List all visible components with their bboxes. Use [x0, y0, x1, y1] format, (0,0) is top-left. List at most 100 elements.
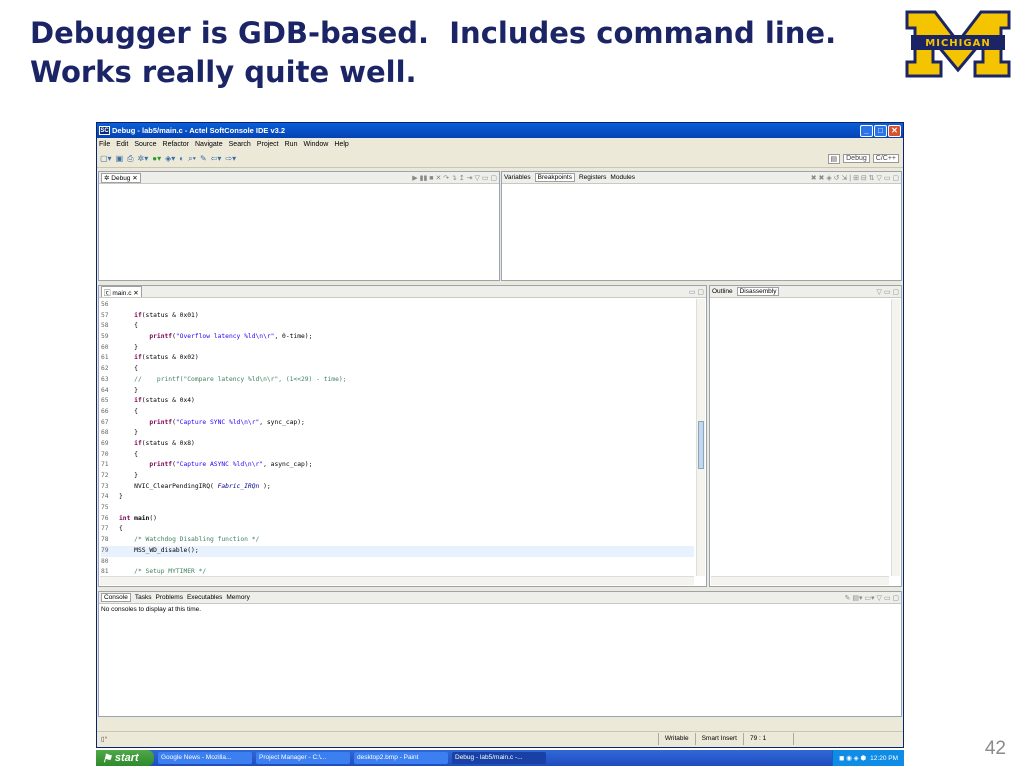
- code-line[interactable]: 70 {: [101, 450, 694, 461]
- breakpoints-toolbar-icons[interactable]: ✖ ✖ ◈ ↺ ⇲ | ⊞ ⊟ ⇅ ▽ ▭ ▢: [811, 174, 901, 182]
- print-icon[interactable]: ⎙: [127, 154, 133, 164]
- code-text: }: [119, 493, 123, 501]
- code-line[interactable]: 58 {: [101, 321, 694, 332]
- editor-window-controls[interactable]: ▭ ▢: [689, 288, 706, 296]
- tab-breakpoints[interactable]: Breakpoints: [534, 173, 575, 182]
- tab-console[interactable]: Console: [101, 593, 131, 602]
- code-line[interactable]: 64 }: [101, 386, 694, 397]
- code-line[interactable]: 74}: [101, 492, 694, 503]
- code-line[interactable]: 77 {: [101, 524, 694, 535]
- perspective-cpp[interactable]: C/C++: [872, 154, 899, 163]
- code-line[interactable]: 73 NVIC_ClearPendingIRQ( Fabric_IRQn );: [101, 482, 694, 493]
- menu-run[interactable]: Run: [285, 141, 298, 148]
- line-number: 56: [101, 301, 109, 308]
- tab-problems[interactable]: Problems: [155, 594, 182, 601]
- code-line[interactable]: 61 if(status & 0x02): [101, 353, 694, 364]
- annotation-icon[interactable]: ✎: [200, 154, 207, 163]
- editor-vertical-scrollbar[interactable]: [696, 299, 705, 576]
- open-perspective-icon[interactable]: ▤: [827, 153, 841, 164]
- open-type-icon[interactable]: ◐: [179, 154, 184, 163]
- perspective-debug[interactable]: Debug: [843, 154, 870, 163]
- forward-icon[interactable]: ⇨▾: [225, 154, 236, 163]
- editor-horizontal-scrollbar[interactable]: [100, 576, 694, 585]
- taskbar-item-mozilla[interactable]: Google News - Mozilla...: [158, 752, 252, 764]
- back-icon[interactable]: ⇦▾: [211, 154, 222, 163]
- code-line[interactable]: 62 {: [101, 364, 694, 375]
- code-line[interactable]: 57 if(status & 0x01): [101, 311, 694, 322]
- console-toolbar-icons[interactable]: ✎ ▤▾ ▭▾ ▽ ▭ ▢: [845, 594, 901, 602]
- line-number: 79: [101, 546, 109, 554]
- code-line[interactable]: 69 if(status & 0x8): [101, 439, 694, 450]
- taskbar-item-debug[interactable]: Debug - lab5/main.c -...: [452, 752, 546, 764]
- editor-scroll-thumb[interactable]: [698, 421, 704, 469]
- code-line[interactable]: 65 if(status & 0x4): [101, 396, 694, 407]
- menu-project[interactable]: Project: [257, 141, 279, 148]
- code-line[interactable]: 78 /* Watchdog Disabling function */: [101, 535, 694, 546]
- code-text: }: [119, 343, 138, 351]
- code-line[interactable]: 79 MSS_WD_disable();: [101, 545, 694, 557]
- app-icon: SC: [99, 126, 110, 135]
- tab-tasks[interactable]: Tasks: [135, 594, 152, 601]
- michigan-logo: MICHIGAN: [905, 10, 1011, 78]
- outline-window-controls[interactable]: ▽ ▭ ▢: [876, 288, 901, 296]
- code-line[interactable]: 67 printf("Capture SYNC %ld\n\r", sync_c…: [101, 418, 694, 429]
- tab-outline[interactable]: Outline: [712, 288, 733, 295]
- new-icon[interactable]: ▢▾: [100, 154, 112, 163]
- code-line[interactable]: 59 printf("Overflow latency %ld\n\r", 0-…: [101, 332, 694, 343]
- menu-help[interactable]: Help: [334, 141, 348, 148]
- debug-icon[interactable]: ✲▾: [138, 154, 149, 163]
- slide-title-line-2: Works really quite well.: [30, 55, 417, 89]
- close-button[interactable]: ✕: [888, 124, 901, 137]
- maximize-button[interactable]: □: [874, 124, 887, 137]
- tab-memory[interactable]: Memory: [226, 594, 249, 601]
- menu-file[interactable]: File: [99, 141, 110, 148]
- tab-debug[interactable]: ✲ Debug ✕: [101, 172, 141, 183]
- menu-bar: File Edit Source Refactor Navigate Searc…: [97, 138, 903, 150]
- code-line[interactable]: 68 }: [101, 428, 694, 439]
- tab-main-c-label: main.c: [112, 289, 132, 297]
- tab-debug-label: Debug: [111, 174, 131, 182]
- code-line[interactable]: 71 printf("Capture ASYNC %ld\n\r", async…: [101, 460, 694, 471]
- menu-window[interactable]: Window: [303, 141, 328, 148]
- menu-navigate[interactable]: Navigate: [195, 141, 223, 148]
- code-line[interactable]: 60 }: [101, 343, 694, 354]
- taskbar-item-project-manager[interactable]: Project Manager - C:\...: [256, 752, 350, 764]
- search-icon[interactable]: ⌕▾: [188, 154, 196, 164]
- code-line[interactable]: 75: [101, 503, 694, 514]
- code-line[interactable]: 66 {: [101, 407, 694, 418]
- disassembly-horizontal-scrollbar[interactable]: [711, 576, 889, 585]
- code-line[interactable]: 63 // printf("Compare latency %ld\n\r", …: [101, 375, 694, 386]
- tab-disassembly[interactable]: Disassembly: [736, 287, 780, 296]
- debug-view-toolbar-icons[interactable]: ▶ ▮▮ ■ ✕ ↷ ↴ ↥ ⇥ ▽ ▭ ▢: [412, 174, 499, 182]
- taskbar-item-paint[interactable]: desktop2.bmp - Paint: [354, 752, 448, 764]
- code-text: {: [119, 322, 138, 330]
- tab-main-c[interactable]: 🄲 main.c ✕: [101, 286, 142, 297]
- code-line[interactable]: 76 int main(): [101, 514, 694, 525]
- external-tools-icon[interactable]: ◈▾: [165, 154, 175, 163]
- code-line[interactable]: 81 /* Setup MYTIMER */: [101, 567, 694, 576]
- slide-title-line-1: Debugger is GDB-based. Includes command …: [30, 16, 837, 50]
- line-number: 60: [101, 343, 109, 351]
- code-text: }: [119, 472, 138, 479]
- save-icon[interactable]: ▣: [116, 154, 124, 163]
- disassembly-vertical-scrollbar[interactable]: [891, 299, 900, 576]
- code-line[interactable]: 80: [101, 557, 694, 568]
- menu-refactor[interactable]: Refactor: [163, 141, 189, 148]
- tab-executables[interactable]: Executables: [187, 594, 222, 601]
- tab-modules[interactable]: Modules: [610, 174, 635, 181]
- menu-source[interactable]: Source: [134, 141, 156, 148]
- menu-search[interactable]: Search: [229, 141, 251, 148]
- tab-variables[interactable]: Variables: [504, 174, 531, 181]
- tab-registers[interactable]: Registers: [579, 174, 606, 181]
- menu-edit[interactable]: Edit: [116, 141, 128, 148]
- code-line[interactable]: 72 }: [101, 471, 694, 482]
- code-text: // printf("Compare latency %ld\n\r", (1<…: [134, 375, 347, 383]
- window-titlebar[interactable]: SC Debug - lab5/main.c - Actel SoftConso…: [97, 123, 903, 138]
- code-editor[interactable]: 56 57 if(status & 0x01) 58 {59 printf("Ove…: [101, 300, 694, 576]
- run-icon[interactable]: ●▾: [152, 154, 161, 163]
- minimize-button[interactable]: _: [860, 124, 873, 137]
- code-line[interactable]: 56: [101, 300, 694, 311]
- line-number: 77: [101, 525, 109, 533]
- start-button[interactable]: ⚑ start: [96, 750, 154, 766]
- tray-icons[interactable]: ◼ ◉ ◈ ⬢: [839, 754, 866, 762]
